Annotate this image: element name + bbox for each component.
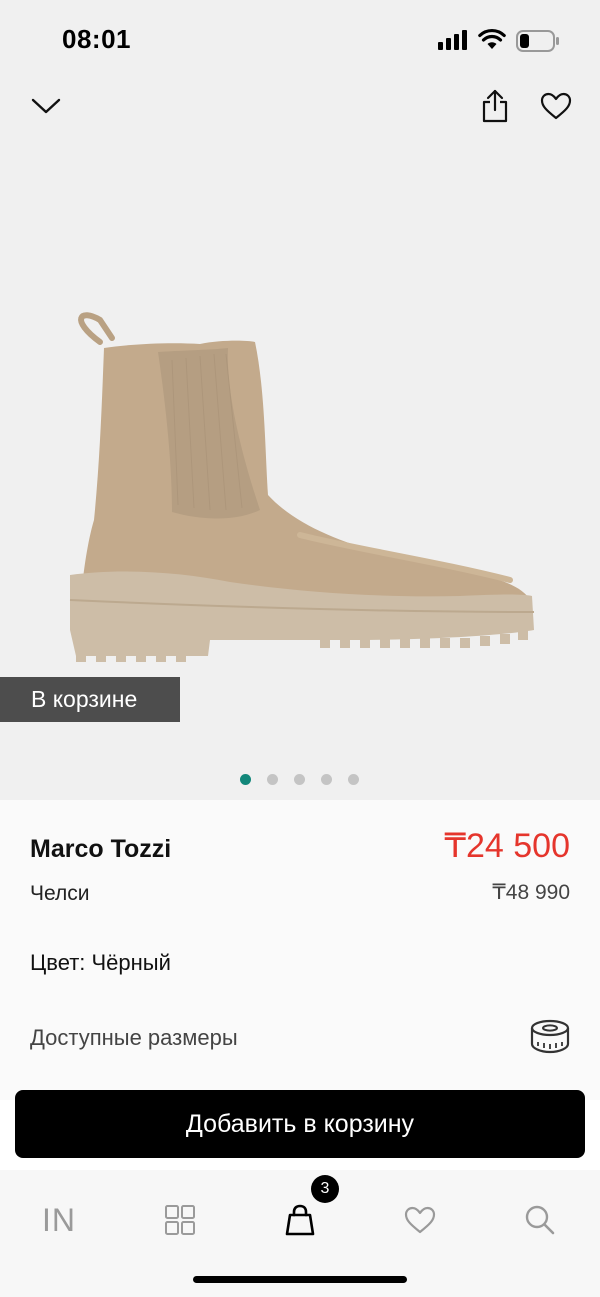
pagination-dot[interactable] xyxy=(348,774,359,785)
home-indicator[interactable] xyxy=(193,1276,407,1283)
pagination-dot[interactable] xyxy=(321,774,332,785)
pagination-dot[interactable] xyxy=(267,774,278,785)
nav-home[interactable]: IN xyxy=(29,1200,89,1240)
nav-catalog[interactable] xyxy=(150,1200,210,1240)
cart-count-badge: 3 xyxy=(311,1175,339,1203)
share-icon xyxy=(482,89,508,123)
image-pagination[interactable] xyxy=(240,774,359,785)
wifi-icon xyxy=(478,28,506,49)
cart-bag-icon xyxy=(285,1204,315,1236)
status-time: 08:01 xyxy=(62,24,131,54)
add-to-cart-button[interactable]: Добавить в корзину xyxy=(15,1090,585,1158)
favorite-button[interactable] xyxy=(532,82,580,130)
in-cart-badge: В корзине xyxy=(0,677,180,722)
share-button[interactable] xyxy=(471,82,519,130)
search-icon xyxy=(525,1205,555,1235)
pagination-dot[interactable] xyxy=(240,774,251,785)
battery-icon xyxy=(516,30,559,52)
heart-icon xyxy=(404,1206,436,1234)
product-image[interactable] xyxy=(60,300,540,670)
catalog-grid-icon xyxy=(165,1205,195,1235)
chevron-down-icon xyxy=(31,98,61,114)
measuring-tape-icon[interactable] xyxy=(528,1018,572,1056)
product-color[interactable]: Цвет: Чёрный xyxy=(30,950,171,976)
nav-favorites[interactable] xyxy=(390,1200,450,1240)
collapse-button[interactable] xyxy=(22,82,70,130)
product-old-price: ₸48 990 xyxy=(492,881,570,904)
product-category: Челси xyxy=(30,882,90,905)
status-bar: 08:01 xyxy=(0,0,600,80)
product-brand[interactable]: Marco Tozzi xyxy=(30,835,171,864)
home-icon: IN xyxy=(42,1201,76,1238)
available-sizes-label[interactable]: Доступные размеры xyxy=(30,1025,238,1051)
nav-search[interactable] xyxy=(510,1200,570,1240)
cellular-signal-icon xyxy=(438,30,467,50)
product-price: ₸24 500 xyxy=(444,827,570,865)
pagination-dot[interactable] xyxy=(294,774,305,785)
nav-cart[interactable] xyxy=(270,1200,330,1240)
heart-icon xyxy=(540,92,572,120)
product-image-gallery[interactable]: 08:01 В корзине xyxy=(0,0,600,800)
